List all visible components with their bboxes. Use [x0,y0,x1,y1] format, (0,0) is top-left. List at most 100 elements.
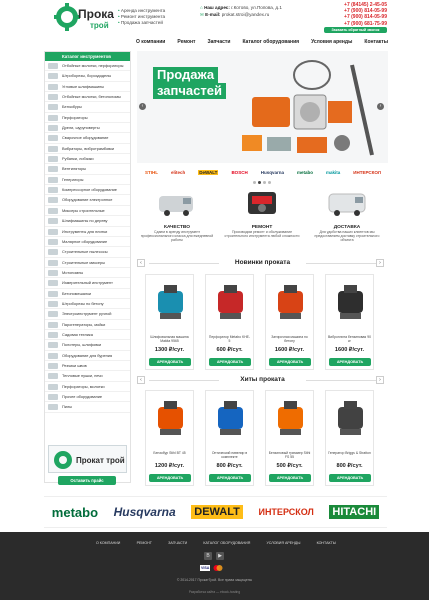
brand-logo: ИНТЕРСКОЛ [353,169,381,175]
footer-link[interactable]: УСЛОВИЯ АРЕНДЫ [266,541,300,545]
rent-button[interactable]: АРЕНДОВАТЬ [209,474,251,482]
tool-icon [48,63,58,69]
rent-button[interactable]: АРЕНДОВАТЬ [329,358,371,366]
nav-item-repair[interactable]: Ремонт [177,39,195,45]
product-name[interactable]: Виброплита бензиновая 90 кг [326,335,373,344]
sidebar-category-item[interactable]: Отбойные молотки, бетоноломы [45,92,130,103]
sidebar-category-item[interactable]: Шлифмашины по дереву [45,216,130,227]
slider-dot[interactable] [258,181,261,184]
trimmer-icon [278,401,303,435]
product-card[interactable]: Затирочная машина по бетону 1600 ₽/сут. АР… [265,274,314,370]
footer-link[interactable]: КАТАЛОГ ОБОРУДОВАНИЯ [203,541,250,545]
brand-husqvarna[interactable]: Husqvarna [114,505,176,519]
sidebar-category-item[interactable]: Строительные пылесосы [45,247,130,258]
product-card[interactable]: Бензиновый триммер Stihl FS 55 500 ₽/сут.… [265,390,314,486]
site-logo[interactable]: Прокат трой [54,3,120,33]
tool-icon [48,104,58,111]
brand-interskol[interactable]: ИНТЕРСКОЛ [258,507,313,517]
vk-icon[interactable]: B [204,552,212,560]
product-card[interactable]: Оптический нивелир в комплекте 800 ₽/сут.… [205,390,254,486]
product-card[interactable]: Шлифовальная машина Makita 9565 1300 ₽/су… [145,274,194,370]
product-name[interactable]: Шлифовальная машина Makita 9565 [146,335,193,344]
sidebar-category-item[interactable]: Полотеры, шлифовки [45,340,130,351]
sidebar-category-item[interactable]: Компрессорное оборудование [45,185,130,196]
sidebar-category-item[interactable]: Парогенераторы, мойки [45,320,130,330]
product-name[interactable]: Бензобур Stihl BT 45 [146,451,193,460]
sidebar-category-item[interactable]: Штроборезы по бетону [45,299,130,310]
sidebar-category-item[interactable]: Генераторы [45,175,130,186]
sidebar-category-item[interactable]: Вибраторы, вибротрамбовки [45,144,130,155]
price-request-button[interactable]: Оставить прайс [58,476,116,485]
sidebar-category-item[interactable]: Штроборезы, бороздоделы [45,71,130,82]
product-name[interactable]: Генератор Briggs & Stratton [326,451,373,460]
sidebar-category-item[interactable]: Малярное оборудование [45,237,130,248]
rent-button[interactable]: АРЕНДОВАТЬ [329,474,371,482]
footer-link[interactable]: О КОМПАНИИ [96,541,120,545]
product-card[interactable]: Перфоратор Metabo KHE-5 600 ₽/сут. АРЕНДОВ… [205,274,254,370]
rent-button[interactable]: АРЕНДОВАТЬ [269,358,311,366]
callback-button[interactable]: Заказать обратный звонок [324,27,387,33]
nav-item-contacts[interactable]: Контакты [364,39,388,45]
earth-auger-icon [158,401,183,435]
slider-next-button[interactable]: › [377,103,384,110]
sidebar-category-item[interactable]: Сварочное оборудование [45,133,130,144]
product-card[interactable]: Бензобур Stihl BT 45 1200 ₽/сут. АРЕНДОВАТ… [145,390,194,486]
new-next-arrow[interactable]: › [376,259,384,267]
sidebar-category-item[interactable]: Перфораторы [45,113,130,124]
sidebar-category-item[interactable]: Вентиляторы [45,164,130,175]
sidebar-category-item[interactable]: Перфораторы, молотки [45,382,130,392]
sidebar-category-item[interactable]: Угловые шлифмашины [45,82,130,93]
product-name[interactable]: Оптический нивелир в комплекте [206,451,253,460]
sidebar-category-item[interactable]: Бетономешалки [45,289,130,299]
product-name[interactable]: Бензиновый триммер Stihl FS 55 [266,451,313,460]
nav-item-parts[interactable]: Запчасти [208,39,231,45]
product-card[interactable]: Виброплита бензиновая 90 кг 1600 ₽/сут. АР… [325,274,374,370]
promo-banner[interactable]: Прокат трой [48,445,127,473]
brand-hitachi[interactable]: HITACHI [329,505,380,519]
sidebar-category-item[interactable]: Инструменты для плитки [45,227,130,237]
sidebar-category-item[interactable]: Измерительный инструмент [45,278,130,289]
email-link[interactable]: prokat.stroi@yandex.ru [222,12,270,17]
phone-number[interactable]: +7 (900) 681-75-99 [339,21,387,27]
sidebar-category-item[interactable]: Мотопомпы [45,268,130,279]
sidebar-category-item[interactable]: Дрели, шуруповерты [45,123,130,134]
brand-metabo[interactable]: metabo [52,505,98,520]
sidebar-category-item[interactable]: Отбойные молотки, перфораторы [45,61,130,72]
hits-next-arrow[interactable]: › [376,376,384,384]
tool-icon [48,94,58,101]
footer-link[interactable]: ЗАПЧАСТИ [168,541,187,545]
rent-button[interactable]: АРЕНДОВАТЬ [149,358,191,366]
sidebar-category-item[interactable]: Бензобуры [45,102,130,113]
sidebar-category-item[interactable]: Электроинструмент ручной [45,309,130,320]
product-name[interactable]: Перфоратор Metabo KHE-5 [206,335,253,344]
product-name[interactable]: Затирочная машина по бетону [266,335,313,344]
footer-link[interactable]: РЕМОНТ [137,541,152,545]
footer-link[interactable]: КОНТАКТЫ [317,541,336,545]
brand-dewalt[interactable]: DEWALT [191,505,243,519]
sidebar-category-item[interactable]: Садовая техника [45,330,130,341]
nav-item-catalog[interactable]: Каталог оборудования [242,39,299,45]
youtube-icon[interactable]: ▶ [216,552,224,560]
slider-prev-button[interactable]: ‹ [139,103,146,110]
sidebar-category-item[interactable]: Миксеры строительные [45,206,130,217]
category-label: Бетономешалки [62,290,92,296]
sidebar-category-item[interactable]: Прочее оборудование [45,392,130,403]
sidebar-category-item[interactable]: Строительные миксеры [45,258,130,268]
rent-button[interactable]: АРЕНДОВАТЬ [269,474,311,482]
rent-button[interactable]: АРЕНДОВАТЬ [149,474,191,482]
slider-dot[interactable] [268,181,271,184]
sidebar-category-item[interactable]: Оборудование электронное [45,195,130,206]
sidebar-category-item[interactable]: Резчики швов [45,361,130,372]
slider-dot[interactable] [263,181,266,184]
nav-item-about[interactable]: О компании [136,39,165,45]
nav-item-terms[interactable]: Условия аренды [311,39,352,45]
product-card[interactable]: Генератор Briggs & Stratton 800 ₽/сут. АРЕ… [325,390,374,486]
rent-button[interactable]: АРЕНДОВАТЬ [209,358,251,366]
phone-number[interactable]: +7 (900) 814-05-99 [339,14,387,20]
sidebar-category-item[interactable]: Оборудование для бурения [45,351,130,361]
slider-dot[interactable] [253,181,256,184]
sidebar-category-item[interactable]: Тепловые пушки, печи [45,371,130,382]
sidebar-category-item[interactable]: Пилы [45,402,130,413]
developer-link[interactable]: Разработка сайта — ebook-hosting [0,590,429,594]
sidebar-category-item[interactable]: Рубанки, лобзики [45,154,130,165]
